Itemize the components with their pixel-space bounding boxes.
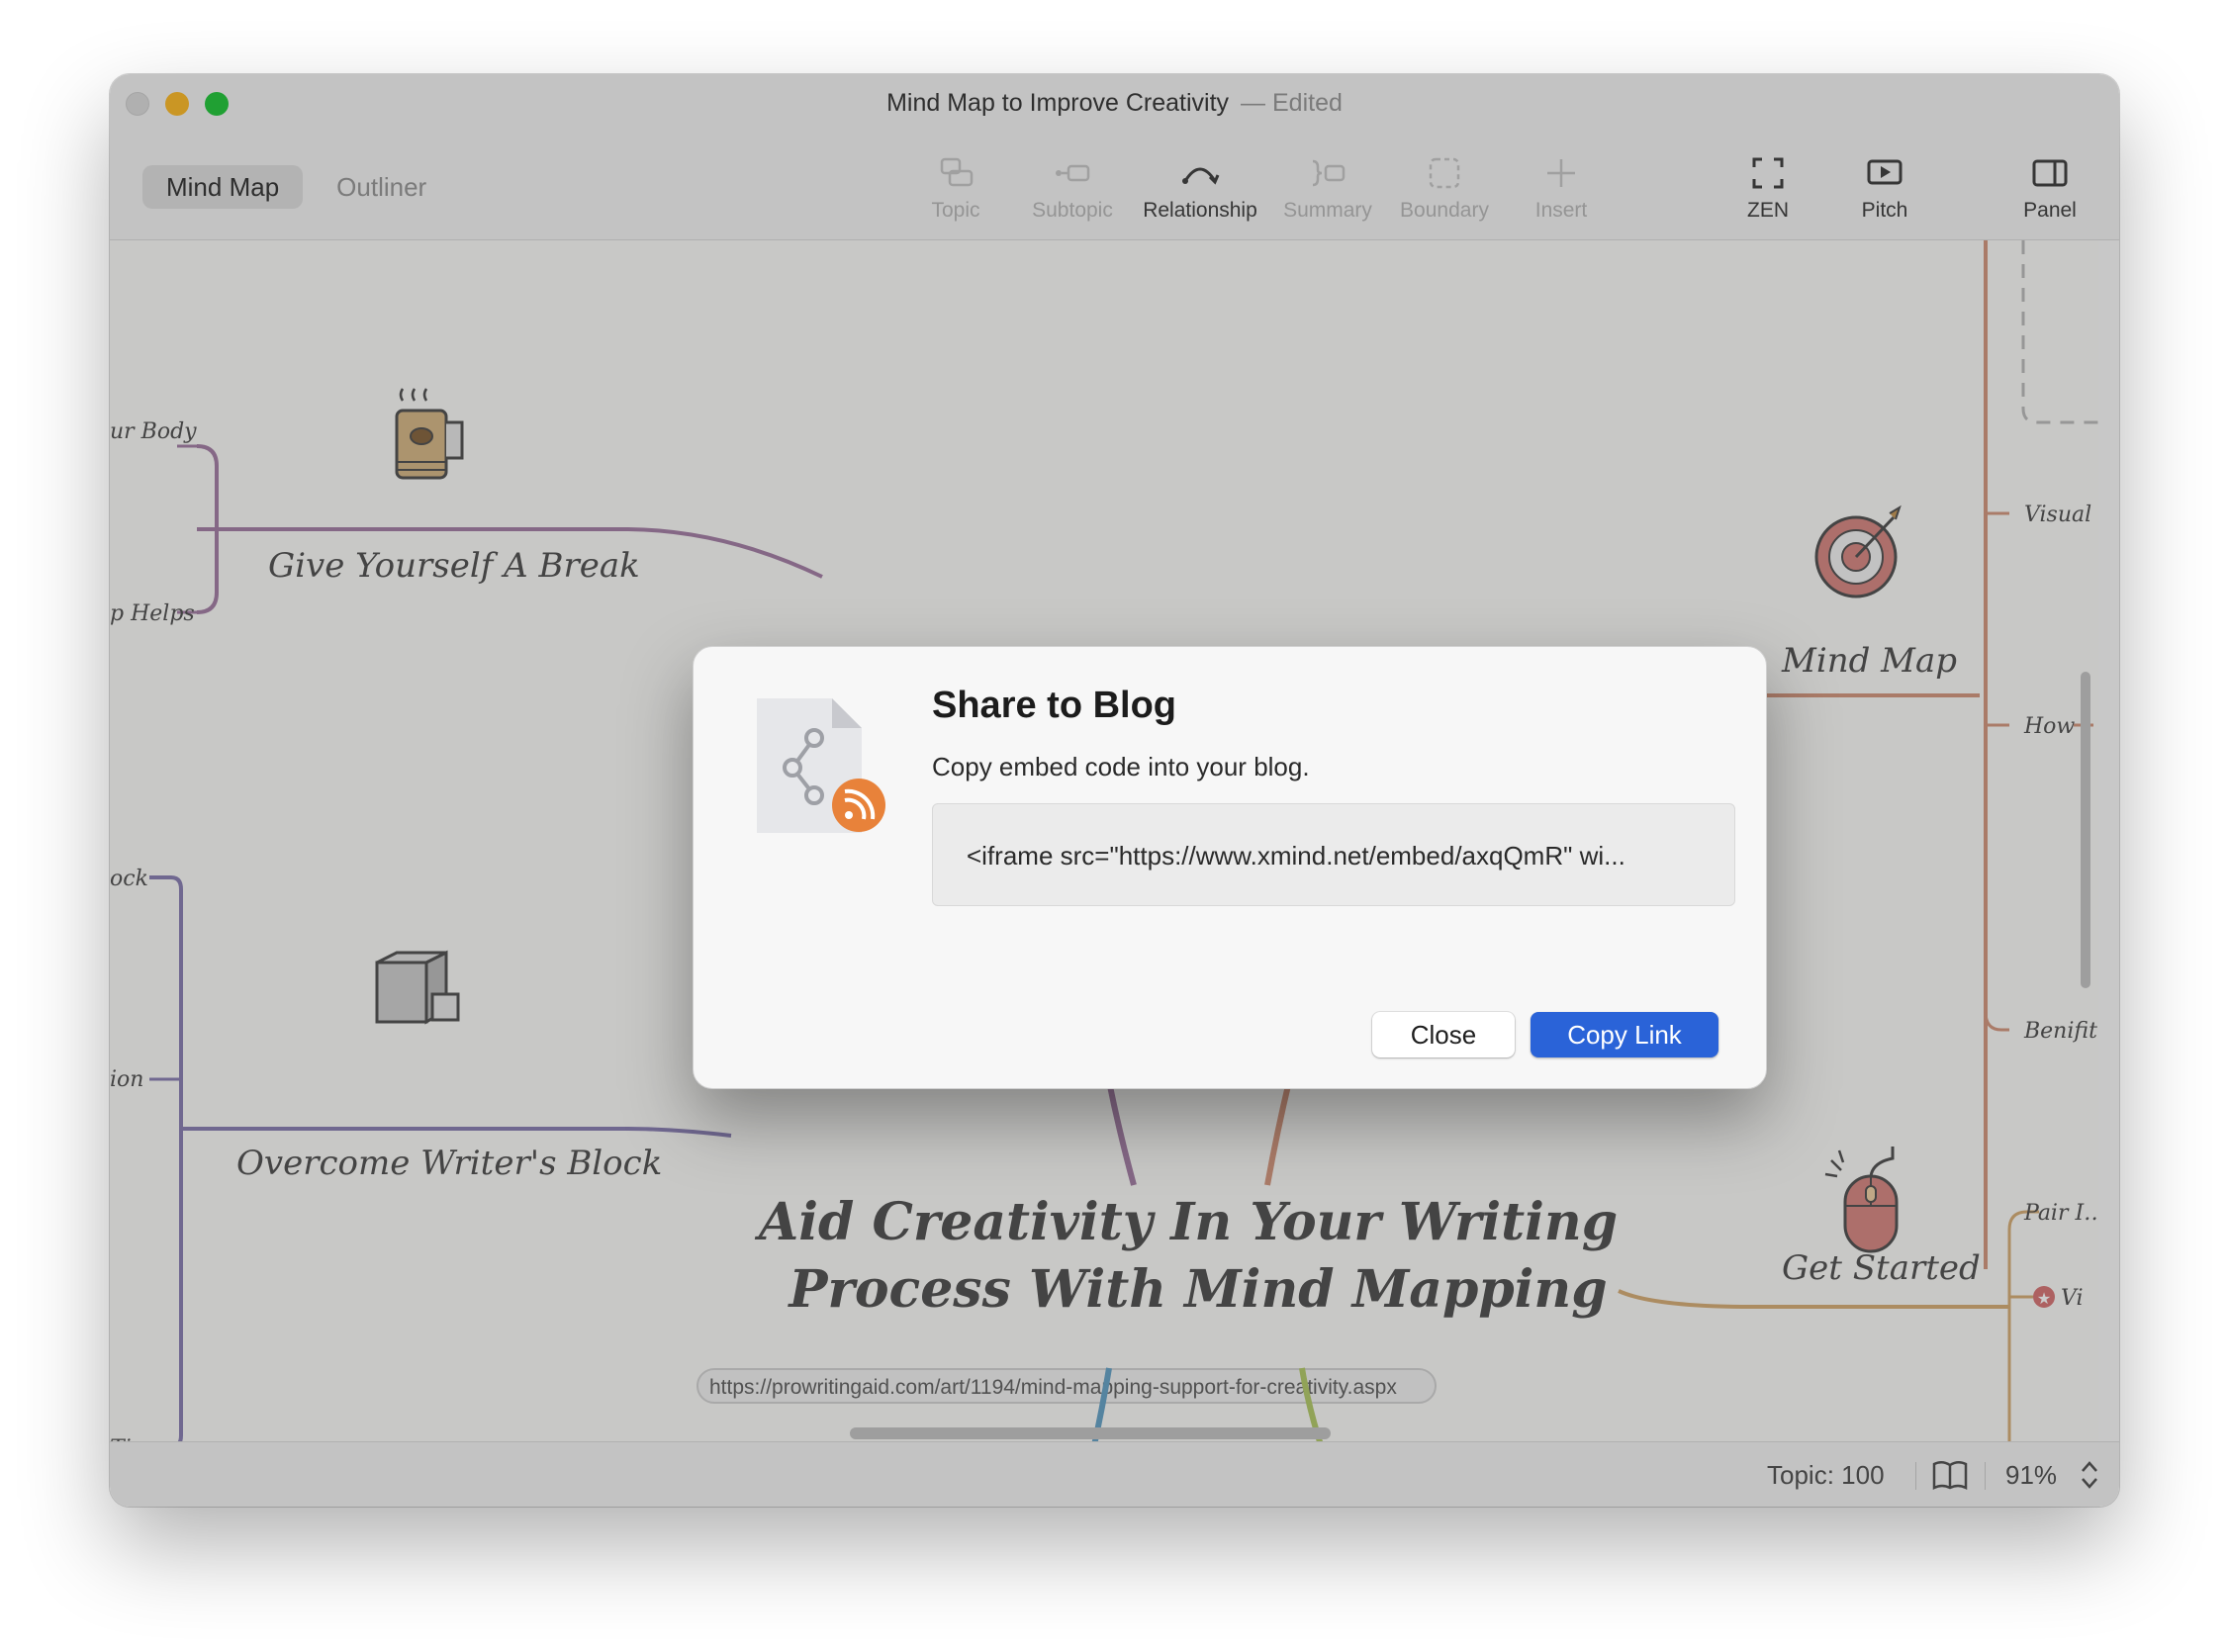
share-to-blog-dialog: Share to Blog Copy embed code into your … [693, 646, 1767, 1089]
embed-code-field[interactable]: <iframe src="https://www.xmind.net/embed… [932, 803, 1735, 906]
dialog-subtitle: Copy embed code into your blog. [932, 752, 1310, 781]
close-button[interactable]: Close [1372, 1012, 1515, 1057]
dialog-title: Share to Blog [932, 685, 1177, 726]
app-window: Mind Map to Improve Creativity — Edited M… [110, 74, 2119, 1507]
copy-link-button[interactable]: Copy Link [1531, 1012, 1718, 1057]
share-rss-icon [757, 698, 885, 833]
